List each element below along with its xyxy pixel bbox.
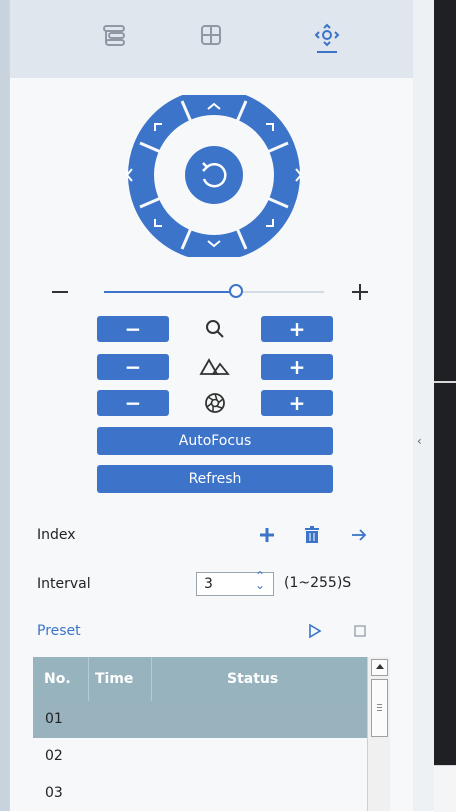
zoom-icon [195,316,235,342]
interval-label: Interval [37,576,91,592]
interval-value[interactable]: 3 [204,576,213,592]
scroll-up-button[interactable] [371,659,388,676]
stop-icon [354,625,366,637]
table-row[interactable]: 03 [33,775,367,812]
ptz-icon [312,22,342,48]
refresh-button[interactable]: Refresh [97,465,333,493]
table-row[interactable]: 01 [33,701,367,738]
column-header-time[interactable]: Time [95,671,133,687]
row-number: 01 [45,711,63,727]
stop-button[interactable] [352,622,368,640]
index-label: Index [37,527,76,543]
tab-grid[interactable] [171,0,251,70]
column-divider [88,657,89,701]
speed-slider[interactable] [52,278,382,308]
focus-far-button[interactable]: + [261,354,333,380]
video-footer [434,765,456,812]
trash-icon [305,526,319,543]
interval-range: (1~255)S [284,575,352,591]
focus-icon [195,354,235,380]
video-divider [434,381,456,383]
table-header: No. Time Status [33,657,367,701]
column-header-status[interactable]: Status [227,671,278,687]
grid-icon [200,24,222,46]
arrow-right-icon [352,529,367,541]
slider-fill [104,291,236,293]
autofocus-button[interactable]: AutoFocus [97,427,333,455]
add-index-button[interactable] [258,525,276,545]
play-icon [309,623,322,639]
scroll-grip [377,707,382,708]
iris-open-button[interactable]: + [261,390,333,416]
scroll-thumb[interactable] [371,679,388,737]
column-header-no[interactable]: No. [44,671,71,687]
active-tab-indicator [317,51,337,53]
slider-plus-icon-vertical [359,284,361,300]
row-number: 02 [45,748,63,764]
iris-icon [195,390,235,416]
zoom-in-button[interactable]: + [261,316,333,342]
scroll-grip [377,710,382,711]
panel-tabs [10,0,414,78]
list-icon [102,24,128,46]
preset-label: Preset [37,623,81,639]
delete-index-button[interactable] [303,525,321,545]
iris-close-button[interactable]: − [97,390,169,416]
plus-icon [260,528,274,542]
scroll-grip [377,704,382,705]
preset-table: No. Time Status 01 02 03 [33,657,367,811]
left-edge [0,0,9,811]
chevron-left-icon: ‹ [417,434,422,448]
play-button[interactable] [307,622,323,640]
spinner-arrows-icon[interactable]: ⌃ ⌄ [255,570,265,591]
table-row[interactable]: 02 [33,738,367,775]
apply-index-button[interactable] [349,525,369,545]
column-divider [151,657,152,701]
slider-thumb[interactable] [229,284,243,298]
interval-spinner[interactable]: 3 ⌃ ⌄ [196,570,274,596]
focus-near-button[interactable]: − [97,354,169,380]
slider-minus-icon[interactable] [52,291,68,293]
table-scrollbar[interactable] [367,657,390,811]
ptz-wheel [125,95,303,257]
tab-ptz[interactable] [287,0,367,70]
row-number: 03 [45,785,63,801]
tab-list[interactable] [75,0,155,70]
collapse-panel-button[interactable]: ‹ [413,0,435,811]
zoom-out-button[interactable]: − [97,316,169,342]
reset-button[interactable] [185,146,243,204]
